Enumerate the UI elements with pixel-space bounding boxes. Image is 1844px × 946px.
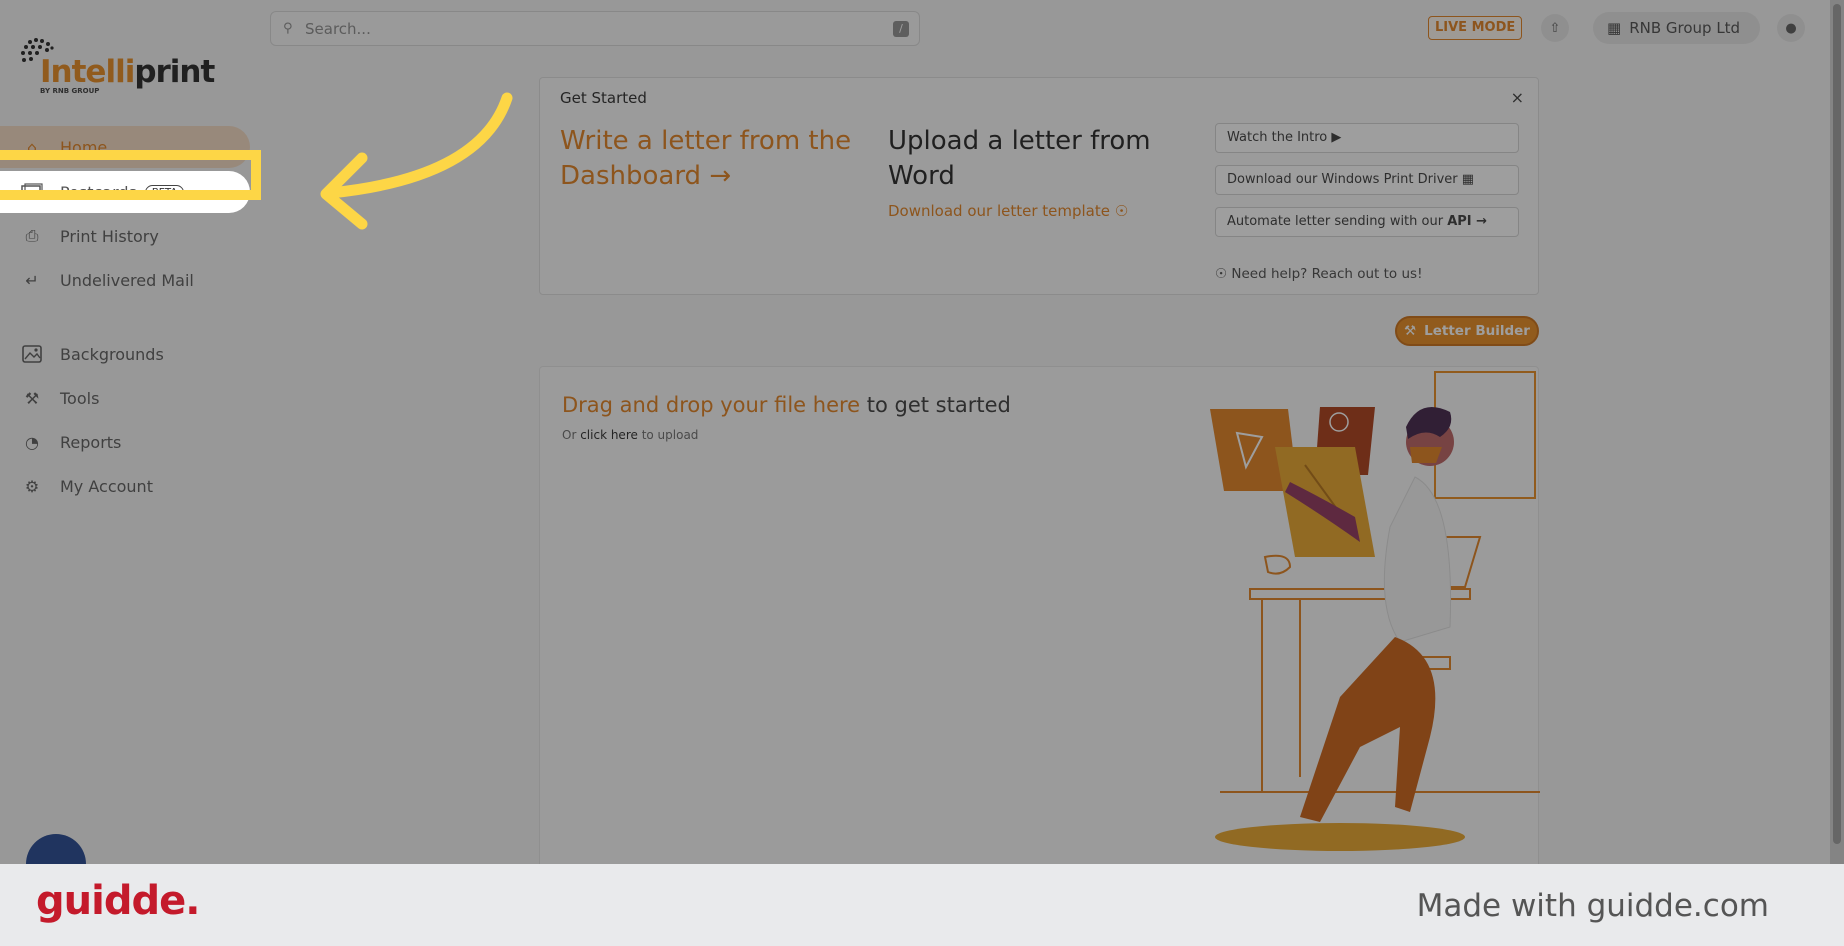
sidebar-item-tools[interactable]: ⚒ Tools	[0, 377, 250, 419]
automate-label: Automate letter sending with our	[1227, 214, 1444, 229]
pointer-arrow-icon	[320, 92, 513, 230]
scrollbar-thumb[interactable]	[1833, 4, 1841, 844]
sidebar-item-label: My Account	[60, 476, 153, 496]
sidebar-item-label: Print History	[60, 226, 159, 246]
dropzone-sub-prefix: Or	[562, 428, 581, 442]
print-driver-label: Download our Windows Print Driver	[1227, 172, 1458, 187]
gear-icon: ⚙	[24, 476, 40, 496]
profile-button[interactable]: ●	[1777, 14, 1805, 42]
person-at-computer-illustration	[1210, 371, 1540, 851]
close-icon[interactable]: ×	[1511, 88, 1524, 107]
logo-wordmark: Intelliprint	[40, 54, 215, 90]
search-input[interactable]	[305, 19, 885, 38]
dropzone-subtitle: Or click here to upload	[562, 428, 698, 442]
watch-intro-label: Watch the Intro	[1227, 130, 1328, 145]
building-icon: ▦	[1607, 19, 1622, 37]
highlight-box	[0, 150, 261, 200]
help-label: Need help? Reach out to us!	[1231, 266, 1423, 282]
user-icon: ●	[1785, 20, 1797, 36]
search-bar[interactable]: ⚲ /	[270, 11, 920, 46]
chat-widget-button[interactable]	[26, 834, 86, 864]
automate-api-button[interactable]: Automate letter sending with our API →	[1215, 207, 1519, 237]
download-template-label: Download our letter template	[888, 202, 1110, 220]
letter-builder-label: Letter Builder	[1424, 323, 1530, 339]
organization-name: RNB Group Ltd	[1629, 19, 1741, 37]
pie-chart-icon: ◔	[25, 432, 39, 452]
help-icon: ☉	[1215, 266, 1228, 282]
intelliprint-logo[interactable]: Intelliprint BY RNB GROUP	[18, 38, 215, 98]
sidebar-item-print-history[interactable]: ⎙ Print History	[0, 215, 250, 257]
download-template-link[interactable]: Download our letter template ☉	[888, 202, 1128, 220]
sidebar-item-backgrounds[interactable]: Backgrounds	[0, 333, 250, 375]
dropzone-title: Drag and drop your file here to get star…	[562, 393, 1011, 417]
letter-builder-button[interactable]: ⚒ Letter Builder	[1395, 316, 1539, 346]
live-mode-badge[interactable]: LIVE MODE	[1428, 16, 1523, 40]
card-title: Get Started	[560, 89, 647, 107]
search-icon: ⚲	[283, 20, 293, 36]
dropzone-title-rest: to get started	[860, 393, 1011, 417]
image-icon	[20, 342, 44, 366]
api-label: API →	[1447, 214, 1488, 229]
windows-icon: ▦	[1461, 172, 1475, 187]
upload-button[interactable]: ⇧	[1541, 14, 1569, 42]
get-started-card: Get Started × Write a letter from the Da…	[539, 77, 1539, 295]
watch-intro-button[interactable]: Watch the Intro ▶	[1215, 123, 1519, 153]
sidebar-item-undelivered-mail[interactable]: ↵ Undelivered Mail	[0, 259, 250, 301]
logo-byline: BY RNB GROUP	[40, 87, 100, 95]
write-letter-link[interactable]: Write a letter from the Dashboard →	[560, 124, 860, 194]
sidebar-item-my-account[interactable]: ⚙ My Account	[0, 465, 250, 507]
guidde-footer: guidde. Made with guidde.com	[0, 864, 1844, 946]
click-here-link[interactable]: click here	[580, 428, 638, 442]
app-window: Intelliprint BY RNB GROUP ⚲ / LIVE MODE …	[0, 0, 1844, 864]
organization-switcher[interactable]: ▦ RNB Group Ltd	[1593, 12, 1761, 44]
hammer-icon: ⚒	[1404, 323, 1417, 339]
video-icon: ▶	[1331, 130, 1342, 145]
sidebar-item-label: Backgrounds	[60, 344, 164, 364]
return-arrow-icon: ↵	[25, 270, 39, 290]
help-link[interactable]: ☉ Need help? Reach out to us!	[1215, 266, 1422, 282]
dropzone-title-highlight: Drag and drop your file here	[562, 393, 861, 417]
shortcut-hint: /	[893, 21, 909, 37]
sidebar-item-label: Undelivered Mail	[60, 270, 194, 290]
sidebar-item-label: Tools	[60, 388, 100, 408]
sidebar-item-label: Reports	[60, 432, 122, 452]
hammer-icon: ⚒	[24, 388, 40, 408]
printer-icon: ⎙	[25, 226, 39, 245]
sidebar-item-reports[interactable]: ◔ Reports	[0, 421, 250, 463]
download-icon: ☉	[1114, 202, 1129, 220]
guidde-logo: guidde.	[36, 878, 200, 924]
logo-part-a: Intelli	[40, 54, 135, 90]
logo-part-b: print	[134, 54, 215, 90]
upload-letter-title: Upload a letter from Word	[888, 126, 1151, 191]
dropzone-sub-suffix: to upload	[637, 428, 699, 442]
made-with-text: Made with guidde.com	[1416, 888, 1769, 924]
file-dropzone[interactable]: Drag and drop your file here to get star…	[539, 366, 1540, 864]
download-print-driver-button[interactable]: Download our Windows Print Driver ▦	[1215, 165, 1519, 195]
upload-icon: ⇧	[1549, 20, 1561, 36]
